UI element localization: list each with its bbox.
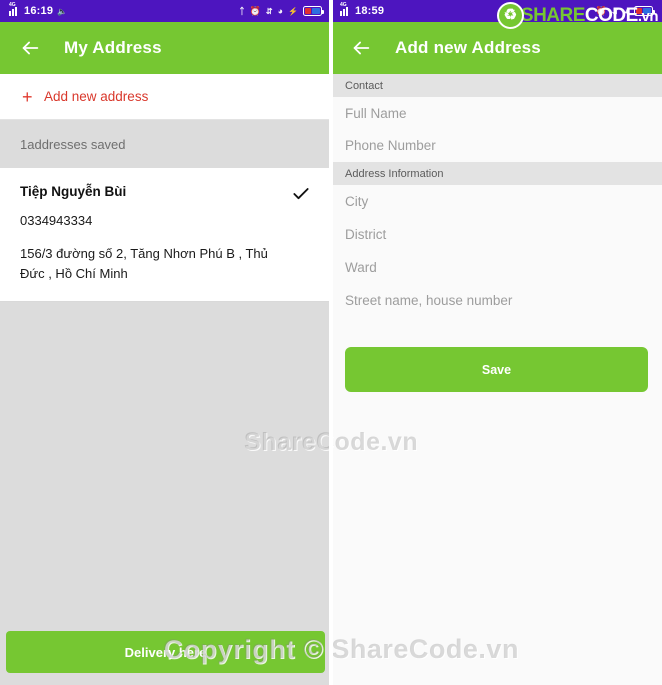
ward-input[interactable] (331, 251, 662, 284)
delivery-button-container: Delivery here (0, 625, 331, 685)
full-name-input[interactable] (331, 97, 662, 130)
alarm-icon: ⏰ (249, 5, 261, 16)
address-detail: 156/3 đường số 2, Tăng Nhơn Phú B , Thủ … (20, 246, 268, 281)
address-list-item[interactable]: Tiệp Nguyễn Bùi 0334943334 156/3 đường s… (0, 168, 331, 302)
network-type-label: 4G (340, 1, 347, 8)
battery-icon (634, 6, 655, 16)
back-arrow-icon[interactable] (349, 36, 373, 60)
back-arrow-icon[interactable] (18, 36, 42, 60)
wifi-icon: ◕ (277, 5, 284, 16)
address-name: Tiệp Nguyễn Bùi (20, 184, 127, 199)
my-address-body: + Add new address 1addresses saved Tiệp … (0, 74, 331, 685)
battery-icon (303, 6, 324, 16)
page-title: Add new Address (395, 38, 541, 57)
status-bar-right-group: ᛏ ⏰ ⇵ ◕ ⚡ (239, 5, 324, 16)
app-bar-add-address: Add new Address (331, 22, 662, 74)
data-transfer-icon: ⇵ (265, 6, 273, 16)
section-header-address-information: Address Information (331, 162, 662, 185)
charging-bolt-icon: ⚡ (288, 6, 298, 16)
delivery-here-button[interactable]: Delivery here (6, 631, 325, 673)
signal-icon: 4G (340, 2, 351, 16)
status-bar-left-group: 4G 16:19 🔈 (9, 2, 68, 17)
add-new-address-button[interactable]: + Add new address (0, 74, 331, 120)
clock-label: 18:59 (355, 5, 385, 17)
add-new-address-label: Add new address (44, 89, 149, 104)
screenshot-root: 4G 16:19 🔈 ᛏ ⏰ ⇵ ◕ ⚡ My Address + Add ne… (0, 0, 662, 685)
panel-divider (329, 0, 333, 685)
my-address-screen: 4G 16:19 🔈 ᛏ ⏰ ⇵ ◕ ⚡ My Address + Add ne… (0, 0, 331, 685)
status-bar-left: 4G 16:19 🔈 ᛏ ⏰ ⇵ ◕ ⚡ (0, 0, 331, 22)
data-transfer-icon: ⇵ (611, 6, 619, 16)
signal-icon: 4G (9, 2, 20, 16)
save-button[interactable]: Save (345, 347, 648, 392)
status-bar-right: 4G 18:59 ⏰ ⇵ ◕ (331, 0, 662, 22)
save-button-container: Save (331, 317, 662, 392)
app-bar-my-address: My Address (0, 22, 331, 74)
plus-icon: + (22, 86, 33, 107)
check-icon (291, 184, 311, 204)
status-bar-left-group-2: 4G 18:59 (340, 2, 385, 17)
phone-number-input[interactable] (331, 129, 662, 162)
add-new-address-screen: 4G 18:59 ⏰ ⇵ ◕ Add new Address Contact F… (331, 0, 662, 685)
street-name-input[interactable] (331, 284, 662, 317)
clock-label: 16:19 (24, 5, 54, 17)
network-type-label: 4G (9, 1, 16, 8)
saved-addresses-count: 1addresses saved (0, 120, 331, 168)
wifi-icon: ◕ (623, 5, 629, 16)
page-title: My Address (64, 38, 162, 57)
alarm-icon: ⏰ (595, 5, 607, 16)
section-header-contact: Contact (331, 74, 662, 97)
city-input[interactable] (331, 185, 662, 218)
address-form: Contact Address Information Save (331, 74, 662, 392)
district-input[interactable] (331, 218, 662, 251)
map-placeholder-area[interactable] (0, 302, 331, 625)
bluetooth-icon: ᛏ (239, 5, 245, 16)
microphone-icon: 🔈 (57, 6, 68, 16)
status-bar-right-group-2: ⏰ ⇵ ◕ (595, 5, 655, 16)
address-phone: 0334943334 (20, 213, 93, 228)
